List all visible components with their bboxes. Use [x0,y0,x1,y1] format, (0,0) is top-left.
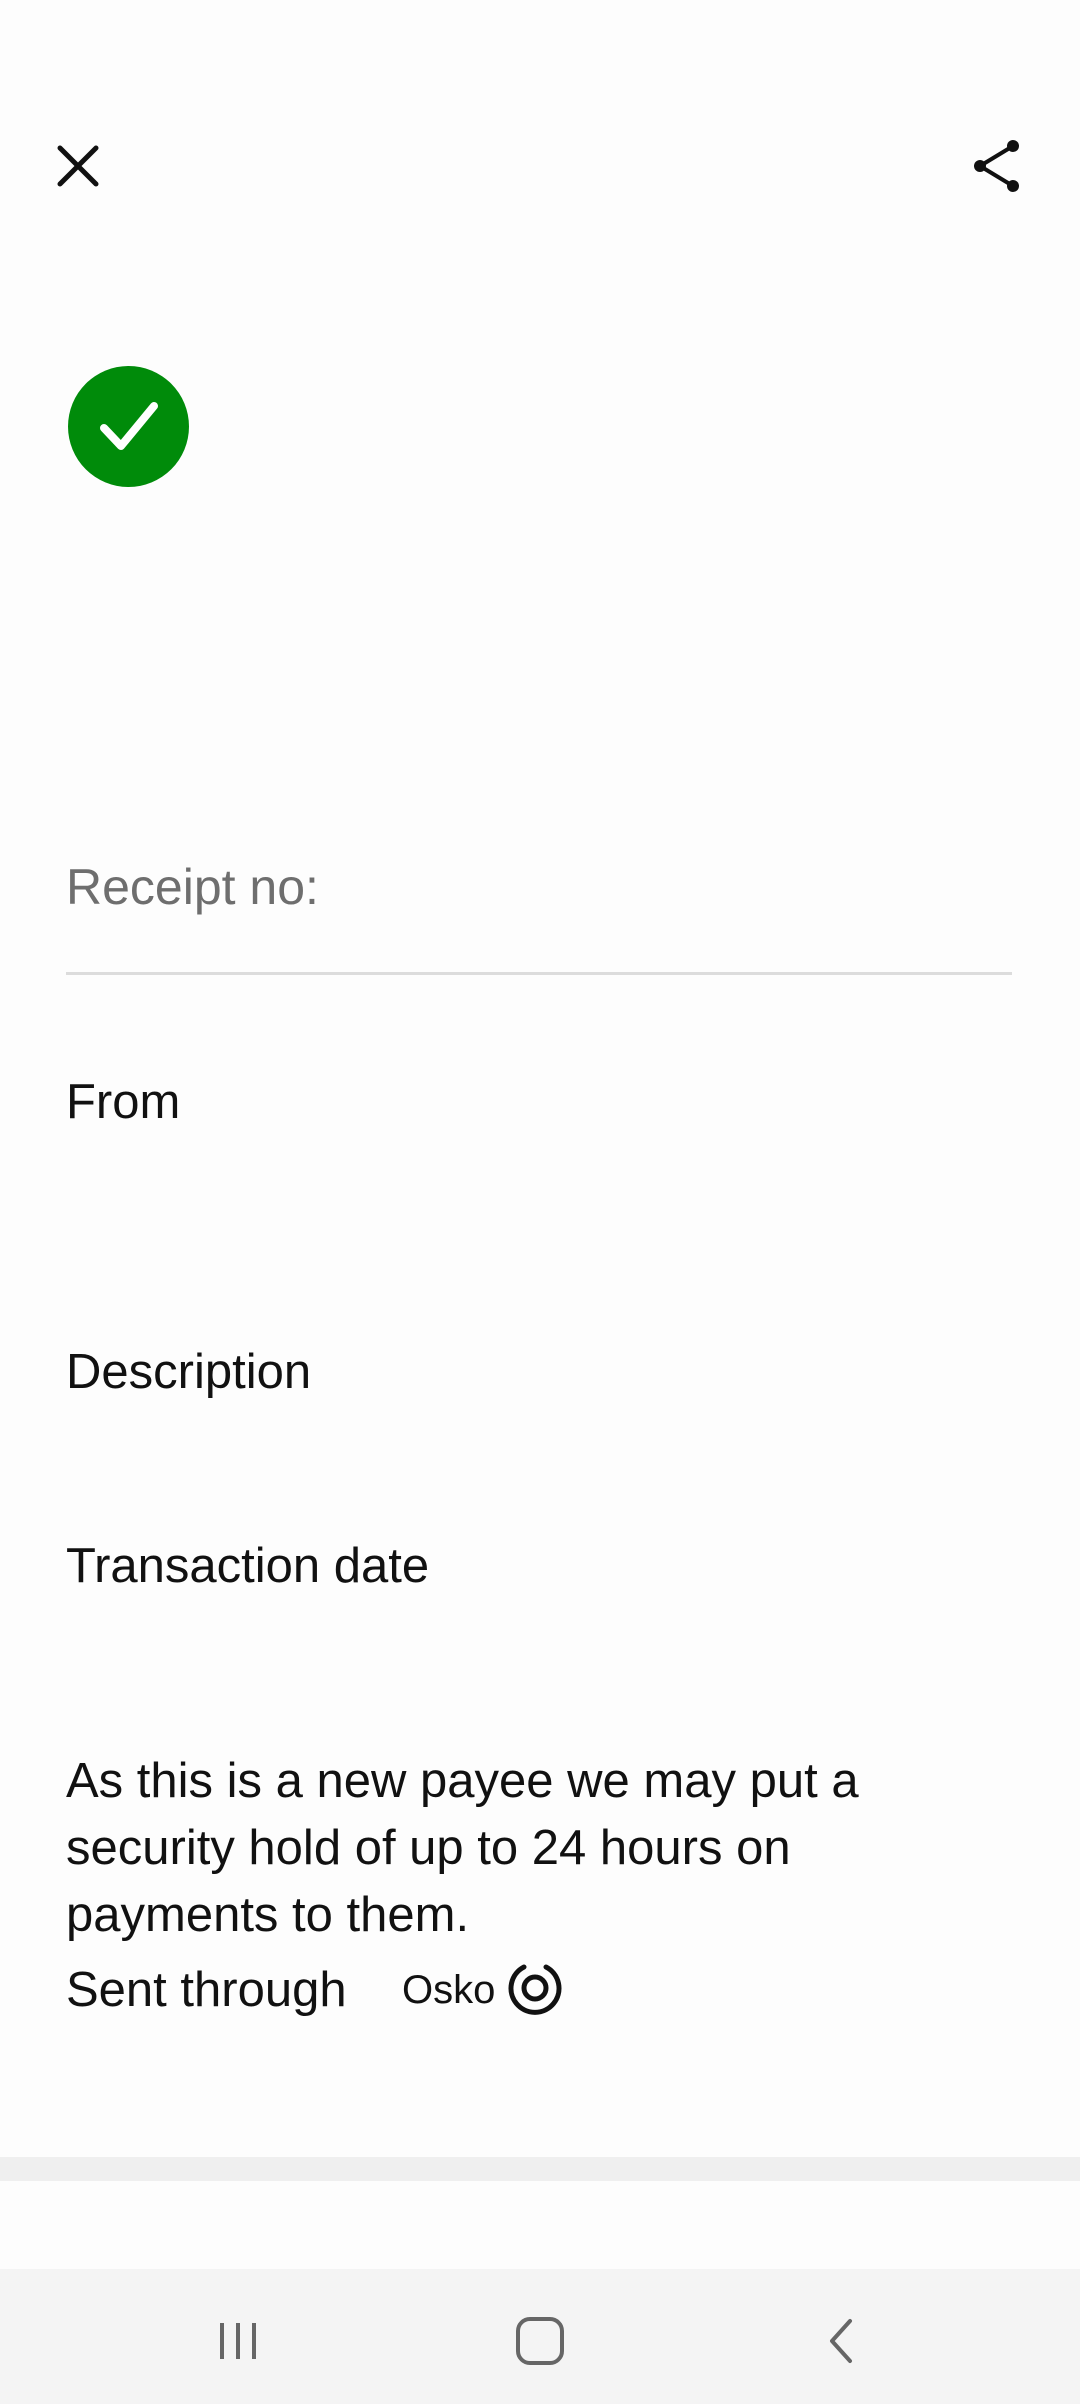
top-bar [0,0,1080,300]
home-icon [516,2317,564,2365]
osko-label: Osko [402,1968,496,2012]
payment-receipt-screen: Receipt no: From Description Transaction… [0,0,1080,2404]
back-button[interactable] [802,2301,882,2381]
recents-button[interactable] [198,2301,278,2381]
bottom-sheet-area [0,2181,1080,2269]
divider [66,972,1012,975]
description-label: Description [66,1345,312,1399]
system-navigation-bar [0,2269,1080,2404]
home-button[interactable] [500,2301,580,2381]
success-badge [68,366,189,487]
from-label: From [66,1075,181,1129]
recents-icon [220,2323,256,2359]
receipt-number-label: Receipt no: [66,859,319,915]
share-icon [974,140,1019,192]
checkmark-icon [100,402,158,450]
close-button[interactable] [48,136,108,196]
sheet-separator [0,2157,1080,2181]
transaction-date-label: Transaction date [66,1539,430,1593]
share-button[interactable] [968,136,1028,196]
new-payee-notice: As this is a new payee we may put a secu… [66,1754,859,1942]
osko-logo-icon [508,1964,562,2015]
sent-through-label: Sent through [66,1963,347,2017]
close-icon [57,145,99,187]
back-icon [830,2319,852,2363]
